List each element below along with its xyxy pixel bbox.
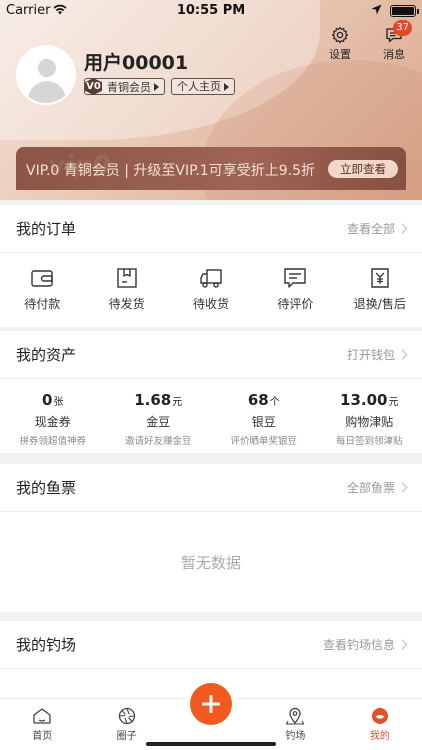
assets-row: 0张 现金券 拼券领超值神券 1.68元 金豆 邀请好友赚金豆 68个 银豆 评… bbox=[0, 379, 422, 453]
tab-bar: 首页 圈子 钓场 我的 bbox=[0, 683, 422, 750]
comment-icon bbox=[284, 268, 307, 288]
order-pending-payment[interactable]: 待付款 bbox=[0, 253, 84, 327]
user-face-icon bbox=[371, 708, 388, 724]
assets-card: 我的资产 打开钱包 0张 现金券 拼券领超值神券 1.68元 金豆 邀请好友赚金… bbox=[0, 331, 422, 453]
assets-header: 我的资产 打开钱包 bbox=[0, 331, 422, 379]
profile-badges: V0 青铜会员 个人主页 bbox=[84, 78, 235, 95]
vip-upgrade-banner[interactable]: vip0 VIP.0 青铜会员 | 升级至VIP.1可享受折上9.5折 立即查看 bbox=[16, 147, 406, 190]
battery-icon bbox=[390, 5, 419, 17]
asset-shopping-allowance[interactable]: 13.00元 购物津贴 每日签到领津贴 bbox=[317, 379, 422, 453]
vip-banner-text: VIP.0 青铜会员 | 升级至VIP.1可享受折上9.5折 bbox=[26, 163, 315, 179]
box-icon bbox=[116, 268, 137, 288]
member-level-label: 青铜会员 bbox=[107, 80, 151, 94]
refund-icon bbox=[371, 268, 389, 288]
messages-label: 消息 bbox=[383, 48, 405, 61]
username: 用户00001 bbox=[84, 52, 189, 74]
asset-silver-beans[interactable]: 68个 银豆 评价晒单奖银豆 bbox=[211, 379, 317, 453]
assets-title: 我的资产 bbox=[16, 346, 77, 364]
personal-homepage-label: 个人主页 bbox=[177, 80, 221, 93]
personal-homepage-button[interactable]: 个人主页 bbox=[171, 78, 235, 95]
avatar[interactable] bbox=[16, 45, 76, 105]
location-arrow-icon bbox=[371, 4, 382, 15]
tickets-empty-state: 暂无数据 bbox=[180, 553, 241, 572]
all-tickets-link[interactable]: 全部鱼票 bbox=[347, 479, 408, 496]
map-pin-icon bbox=[286, 707, 305, 725]
asset-cash-coupon[interactable]: 0张 现金券 拼券领超值神券 bbox=[0, 379, 106, 453]
tickets-card: 我的鱼票 全部鱼票 暂无数据 bbox=[0, 464, 422, 612]
open-wallet-link[interactable]: 打开钱包 bbox=[347, 346, 408, 363]
asset-gold-beans[interactable]: 1.68元 金豆 邀请好友赚金豆 bbox=[106, 379, 212, 453]
member-level-badge[interactable]: V0 青铜会员 bbox=[84, 78, 165, 95]
orders-card: 我的订单 查看全部 待付款 待发货 待收货 待评价 退换/售后 bbox=[0, 205, 422, 327]
status-bar: Carrier 10:55 PM bbox=[0, 0, 422, 22]
order-pending-receipt[interactable]: 待收货 bbox=[169, 253, 253, 327]
view-all-orders-link[interactable]: 查看全部 bbox=[347, 220, 408, 237]
orders-header: 我的订单 查看全部 bbox=[0, 205, 422, 253]
tab-mine[interactable]: 我的 bbox=[338, 699, 422, 750]
chevron-right-icon bbox=[397, 482, 408, 493]
settings-label: 设置 bbox=[329, 48, 351, 61]
tab-home[interactable]: 首页 bbox=[0, 699, 84, 750]
chevron-right-icon bbox=[397, 223, 408, 234]
top-actions: 设置 消息 37 bbox=[320, 20, 414, 62]
chevron-right-icon bbox=[397, 639, 408, 650]
aperture-icon bbox=[118, 707, 135, 725]
venues-title: 我的钓场 bbox=[16, 636, 77, 654]
profile-header: Carrier 10:55 PM 用户00001 V0 青铜会员 个人主页 设置… bbox=[0, 0, 422, 200]
orders-title: 我的订单 bbox=[16, 220, 77, 238]
venues-header: 我的钓场 查看钓场信息 bbox=[0, 621, 422, 669]
tickets-title: 我的鱼票 bbox=[16, 479, 77, 497]
triangle-right-icon bbox=[154, 82, 159, 91]
vip-level-icon: V0 bbox=[85, 78, 102, 95]
view-now-button[interactable]: 立即查看 bbox=[328, 160, 398, 178]
clock: 10:55 PM bbox=[176, 3, 246, 18]
home-icon bbox=[33, 708, 51, 724]
order-pending-shipment[interactable]: 待发货 bbox=[84, 253, 168, 327]
tickets-header: 我的鱼票 全部鱼票 bbox=[0, 464, 422, 512]
chevron-right-icon bbox=[397, 349, 408, 360]
home-indicator bbox=[146, 742, 276, 746]
truck-icon bbox=[200, 269, 222, 288]
venue-info-link[interactable]: 查看钓场信息 bbox=[323, 636, 408, 653]
wallet-icon bbox=[31, 270, 53, 287]
order-status-row: 待付款 待发货 待收货 待评价 退换/售后 bbox=[0, 253, 422, 327]
order-refund-after-sale[interactable]: 退换/售后 bbox=[338, 253, 422, 327]
gear-icon bbox=[332, 26, 348, 44]
plus-icon[interactable] bbox=[190, 683, 233, 725]
messages-button[interactable]: 消息 37 bbox=[374, 20, 414, 62]
order-pending-review[interactable]: 待评价 bbox=[253, 253, 337, 327]
unread-count-badge: 37 bbox=[393, 20, 412, 36]
triangle-right-icon bbox=[224, 83, 229, 91]
settings-button[interactable]: 设置 bbox=[320, 26, 360, 62]
